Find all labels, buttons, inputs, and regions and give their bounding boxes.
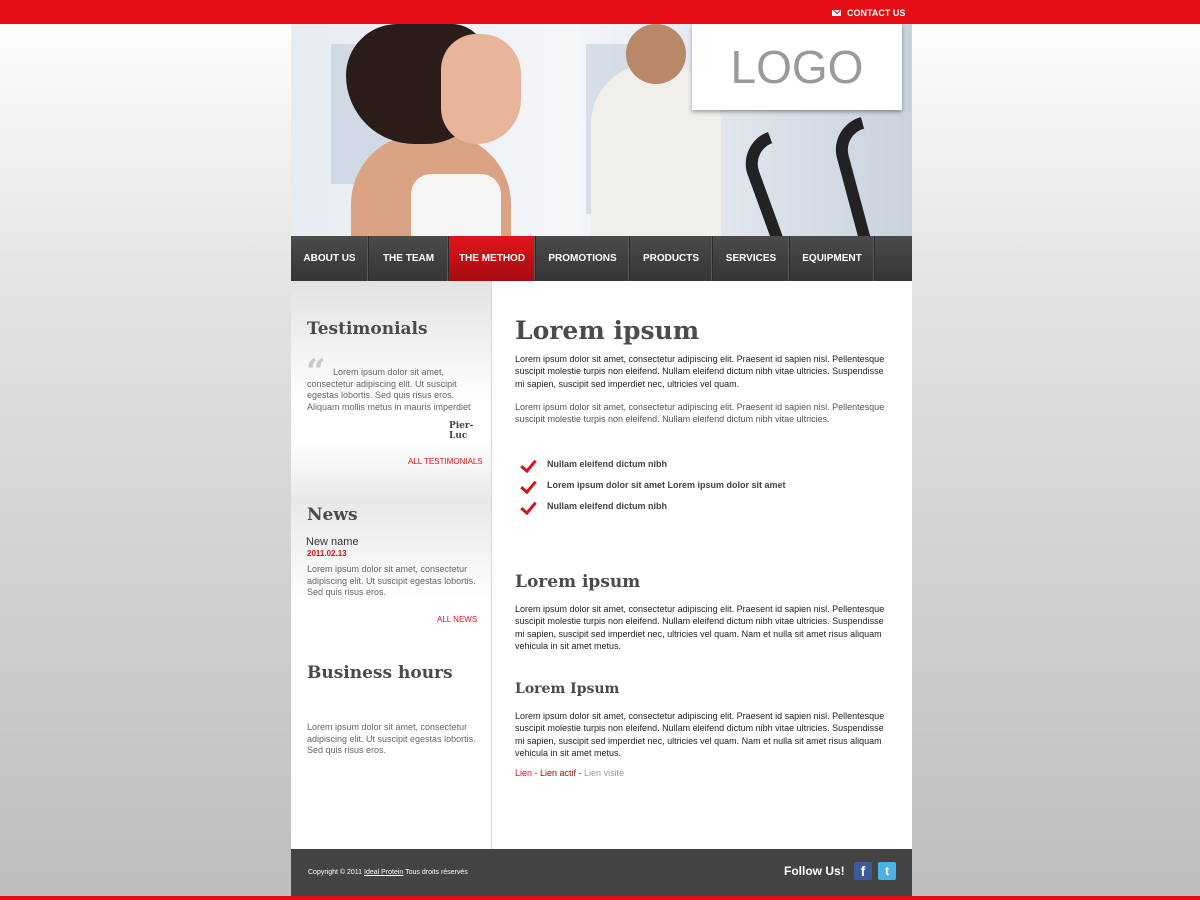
copyright-prefix: Copyright © 2011: [308, 869, 365, 876]
link-active[interactable]: Lien actif: [540, 768, 576, 778]
nav-label: THE METHOD: [458, 253, 526, 264]
contact-us-link[interactable]: CONTACT US: [832, 6, 905, 20]
nav-label: PRODUCTS: [642, 253, 700, 264]
section-title: Lorem Ipsum: [515, 681, 620, 697]
link-styles-row: Lien - Lien actif - Lien visité: [515, 768, 624, 778]
news-title: News: [307, 505, 358, 525]
news-item-text: Lorem ipsum dolor sit amet, consectetur …: [307, 564, 476, 597]
hero-image: LOGO: [291, 24, 912, 236]
nav-label: THE TEAM: [382, 253, 435, 264]
nav-item-promotions[interactable]: PROMOTIONS: [536, 236, 630, 281]
twitter-icon[interactable]: t: [878, 862, 896, 880]
top-bar: CONTACT US: [0, 0, 1200, 24]
nav-item-the-method[interactable]: THE METHOD: [449, 236, 536, 281]
nav-item-the-team[interactable]: THE TEAM: [369, 236, 449, 281]
site-logo[interactable]: LOGO: [692, 24, 902, 110]
checklist-text: Lorem ipsum dolor sit amet Lorem ipsum d…: [547, 480, 786, 490]
checklist-text: Nullam eleifend dictum nibh: [547, 459, 668, 469]
news-item-name[interactable]: New name: [306, 536, 359, 548]
nav-item-equipment[interactable]: EQUIPMENT: [790, 236, 875, 281]
nav-label: ABOUT US: [303, 253, 356, 264]
business-hours-title: Business hours: [307, 663, 453, 683]
main-nav: ABOUT US THE TEAM THE METHOD PROMOTIONS …: [291, 236, 912, 281]
contact-us-label: CONTACT US: [847, 8, 906, 18]
checkmark-icon: [521, 477, 539, 493]
link-separator: -: [576, 768, 585, 778]
envelope-icon: [832, 10, 841, 16]
link-normal[interactable]: Lien: [515, 768, 532, 778]
copyright-suffix: Tous droits réservés: [403, 869, 468, 876]
footer: Copyright © 2011 Ideal Protein Tous droi…: [291, 849, 912, 896]
testimonials-title: Testimonials: [307, 319, 428, 339]
section-paragraph: Lorem ipsum dolor sit amet, consectetur …: [515, 604, 885, 651]
checkmark-icon: [521, 498, 539, 514]
checklist-text: Nullam eleifend dictum nibh: [547, 501, 668, 511]
copyright-text: Copyright © 2011 Ideal Protein Tous droi…: [308, 869, 468, 876]
link-separator: -: [532, 768, 541, 778]
nav-label: PROMOTIONS: [548, 253, 617, 264]
checklist-item: Nullam eleifend dictum nibh: [521, 498, 667, 514]
follow-us-label: Follow Us!: [784, 864, 845, 878]
nav-item-about-us[interactable]: ABOUT US: [291, 236, 369, 281]
business-hours-text: Lorem ipsum dolor sit amet, consectetur …: [307, 722, 476, 755]
nav-item-services[interactable]: SERVICES: [713, 236, 790, 281]
facebook-icon[interactable]: f: [854, 862, 872, 880]
sidebar: Testimonials “ Lorem ipsum dolor sit ame…: [291, 281, 492, 849]
checklist-item: Nullam eleifend dictum nibh: [521, 456, 667, 472]
testimonial-text: Lorem ipsum dolor sit amet, consectetur …: [307, 367, 471, 412]
nav-label: EQUIPMENT: [802, 253, 862, 264]
all-testimonials-link[interactable]: ALL TESTIMONIALS: [408, 457, 483, 466]
testimonial-author: Pier-Luc: [449, 421, 474, 441]
section-paragraph: Lorem ipsum dolor sit amet, consectetur …: [515, 711, 885, 758]
checkmark-icon: [521, 456, 539, 472]
intro-paragraph: Lorem ipsum dolor sit amet, consectetur …: [515, 354, 885, 389]
second-paragraph: Lorem ipsum dolor sit amet, consectetur …: [515, 402, 885, 425]
nav-item-products[interactable]: PRODUCTS: [630, 236, 713, 281]
page-title: Lorem ipsum: [515, 316, 700, 345]
copyright-link[interactable]: Ideal Protein: [364, 869, 403, 876]
checklist-item: Lorem ipsum dolor sit amet Lorem ipsum d…: [521, 477, 786, 493]
bottom-bar: [0, 896, 1200, 900]
news-item-date: 2011.02.13: [307, 549, 347, 558]
link-visited[interactable]: Lien visité: [584, 768, 624, 778]
all-news-link[interactable]: ALL NEWS: [437, 615, 477, 624]
page-container: LOGO ABOUT US THE TEAM THE METHOD PROMOT…: [291, 24, 912, 896]
logo-text: LOGO: [730, 41, 864, 93]
nav-label: SERVICES: [725, 253, 777, 264]
section-title: Lorem ipsum: [515, 572, 641, 592]
